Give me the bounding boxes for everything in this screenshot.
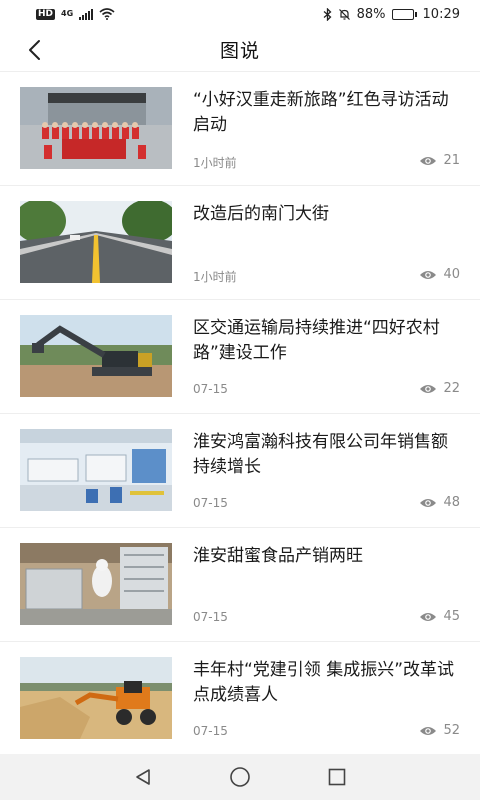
eye-icon [420,726,437,735]
article-title: 淮安鸿富瀚科技有限公司年销售额持续增长 [193,432,448,477]
mute-bell-icon [338,8,350,20]
square-recents-icon [328,768,345,786]
eye-icon [420,156,437,165]
hd-badge: HD [36,8,56,20]
article-thumbnail-food-factory [20,543,172,625]
article-title: 区交通运输局持续推进“四好农村路”建设工作 [193,318,440,363]
wifi-icon [99,8,115,20]
status-right: 88% 10:29 [323,7,460,22]
article-item[interactable]: 丰年村“党建引领 集成振兴”改革试点成绩喜人 07-15 52 [0,642,480,756]
article-date: 1小时前 [193,270,237,284]
article-thumbnail-excavator [20,315,172,397]
article-date: 07-15 [193,610,228,624]
back-button[interactable] [20,36,48,64]
article-thumbnail-group-photo [20,87,172,169]
article-thumbnail-factory-line [20,429,172,511]
article-item[interactable]: 区交通运输局持续推进“四好农村路”建设工作 07-15 22 [0,300,480,414]
article-title: 淮安甜蜜食品产销两旺 [193,546,363,566]
view-count: 48 [419,495,460,510]
status-bar: HD 4G 88% 10:29 [0,0,480,28]
article-item[interactable]: 淮安鸿富瀚科技有限公司年销售额持续增长 07-15 48 [0,414,480,528]
system-nav-bar [0,754,480,800]
article-date: 07-15 [193,382,228,396]
article-date: 07-15 [193,496,228,510]
view-count-value: 45 [443,609,460,624]
article-title: “小好汉重走新旅路”红色寻访活动启动 [193,90,449,135]
article-list: “小好汉重走新旅路”红色寻访活动启动 1小时前 21 改造后的南门大街 1小时前 [0,72,480,756]
eye-icon [420,270,437,279]
clock: 10:29 [422,6,460,22]
article-item[interactable]: 改造后的南门大街 1小时前 40 [0,186,480,300]
article-thumbnail-street [20,201,172,283]
view-count-value: 48 [443,495,460,510]
view-count: 52 [419,723,460,738]
eye-icon [420,384,437,393]
nav-home-button[interactable] [225,762,255,792]
signal-icon [79,8,94,20]
battery-percent: 88% [356,6,386,22]
article-date: 1小时前 [193,156,237,170]
network-type: 4G [61,9,74,18]
article-title: 丰年村“党建引领 集成振兴”改革试点成绩喜人 [193,660,455,705]
eye-icon [420,612,437,621]
triangle-back-icon [136,769,151,785]
nav-back-button[interactable] [128,762,158,792]
page-title: 图说 [219,40,260,62]
article-date: 07-15 [193,724,228,738]
article-item[interactable]: “小好汉重走新旅路”红色寻访活动启动 1小时前 21 [0,72,480,186]
article-thumbnail-loader [20,657,172,739]
nav-recents-button[interactable] [322,762,352,792]
view-count-value: 22 [443,381,460,396]
article-item[interactable]: 淮安甜蜜食品产销两旺 07-15 45 [0,528,480,642]
view-count: 22 [419,381,460,396]
view-count-value: 52 [443,723,460,738]
circle-home-icon [230,767,250,787]
eye-icon [420,498,437,507]
view-count: 40 [419,267,460,282]
top-app-bar: 图说 [0,28,480,72]
article-title: 改造后的南门大街 [193,204,329,224]
battery-icon [391,8,417,20]
view-count: 45 [419,609,460,624]
chevron-left-icon [29,40,40,60]
view-count-value: 40 [443,267,460,282]
bluetooth-icon [323,7,332,21]
status-left: HD 4G [36,8,115,20]
view-count-value: 21 [443,153,460,168]
view-count: 21 [419,153,460,168]
